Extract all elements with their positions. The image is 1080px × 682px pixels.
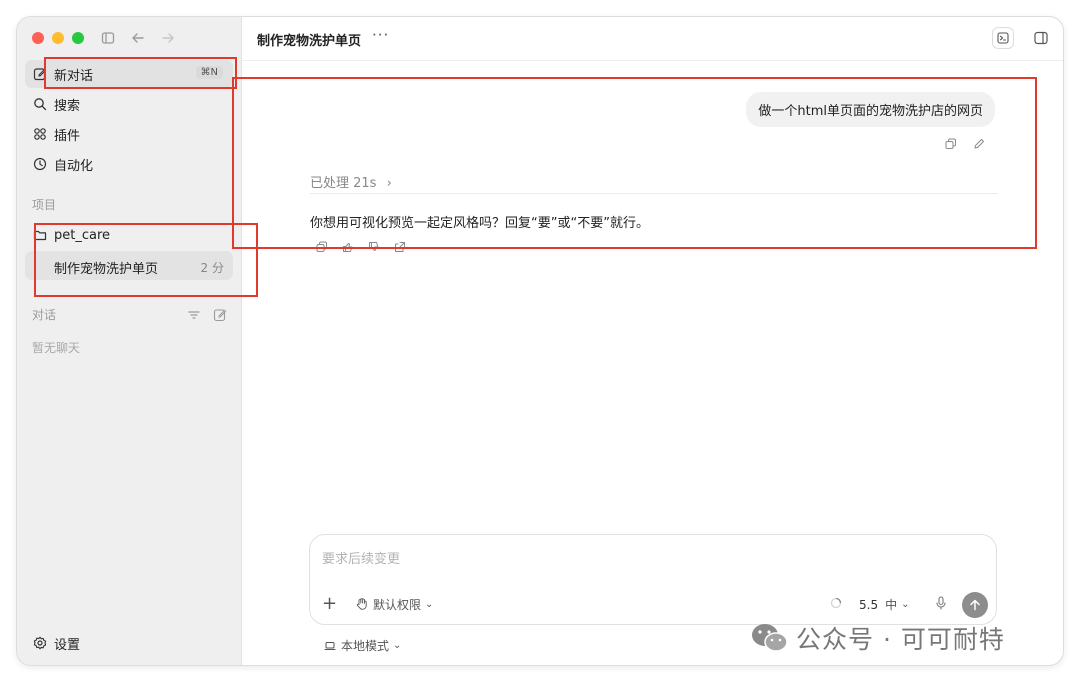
forward-arrow-icon[interactable]	[159, 29, 177, 47]
gear-icon	[33, 636, 47, 650]
watermark-text: 公众号 · 可可耐特	[796, 625, 1005, 654]
compose-chat-icon[interactable]	[213, 307, 227, 322]
local-mode-label: 本地模式	[341, 639, 390, 653]
chevron-down-icon: ⌄	[901, 599, 910, 610]
loading-spinner-icon	[830, 597, 842, 609]
automation-label: 自动化	[54, 158, 94, 174]
search-label: 搜索	[54, 98, 81, 114]
hand-icon	[356, 597, 368, 613]
settings-item[interactable]: 设置	[25, 629, 233, 657]
composer-input[interactable]: 要求后续变更	[322, 548, 400, 567]
arrow-up-icon	[970, 599, 980, 611]
annotation-box-thread	[34, 223, 258, 297]
back-arrow-icon[interactable]	[129, 29, 147, 47]
laptop-icon	[324, 641, 336, 650]
search-icon	[33, 97, 47, 111]
permission-dropdown[interactable]: 默认权限 ⌄	[356, 596, 433, 613]
minimize-window-button[interactable]	[52, 32, 64, 44]
chats-section-label: 对话	[32, 308, 57, 322]
watermark: 公众号 · 可可耐特	[750, 620, 1005, 656]
empty-chats-text: 暂无聊天	[32, 341, 81, 355]
page-title: 制作宠物洗护单页	[257, 34, 362, 49]
annotation-box-new-chat	[44, 57, 237, 89]
settings-label: 设置	[54, 637, 81, 653]
plus-icon: +	[322, 593, 338, 614]
sidebar-toggle-icon[interactable]	[99, 29, 117, 47]
close-window-button[interactable]	[32, 32, 44, 44]
plugins-label: 插件	[54, 128, 81, 144]
panel-right-icon	[1034, 31, 1048, 45]
model-label: 5.5	[859, 597, 879, 612]
header-divider	[242, 60, 1063, 61]
send-button[interactable]	[962, 592, 988, 618]
terminal-icon	[997, 32, 1009, 44]
annotation-box-conversation	[232, 77, 1037, 249]
automation-item[interactable]: 自动化	[25, 150, 233, 178]
microphone-button[interactable]	[935, 596, 947, 610]
wechat-icon	[752, 624, 788, 652]
add-attachment-button[interactable]: +	[322, 593, 337, 614]
panel-toggle-button[interactable]	[1030, 27, 1052, 49]
projects-section-label: 项目	[32, 198, 57, 212]
filter-icon[interactable]	[187, 307, 201, 321]
plugins-icon	[33, 127, 47, 141]
clock-icon	[33, 157, 47, 171]
local-mode-dropdown[interactable]: 本地模式 ⌄	[324, 637, 401, 654]
model-dropdown[interactable]: 5.5 中 ⌄	[859, 596, 910, 613]
chevron-down-icon: ⌄	[393, 640, 402, 651]
zoom-window-button[interactable]	[72, 32, 84, 44]
reasoning-label: 中	[885, 598, 898, 612]
sidebar: 新对话 ⌘N 搜索 插件 自动化 项目 pet_care 制作宠物洗护单页 2 …	[17, 17, 242, 665]
search-item[interactable]: 搜索	[25, 90, 233, 118]
microphone-icon	[936, 596, 946, 610]
composer[interactable]: 要求后续变更 + 默认权限 ⌄ 5.5 中 ⌄	[309, 534, 997, 625]
chevron-down-icon: ⌄	[425, 599, 434, 610]
more-options-button[interactable]: ···	[372, 26, 389, 44]
permission-label: 默认权限	[373, 598, 422, 612]
plugins-item[interactable]: 插件	[25, 120, 233, 148]
terminal-button[interactable]	[992, 27, 1014, 49]
